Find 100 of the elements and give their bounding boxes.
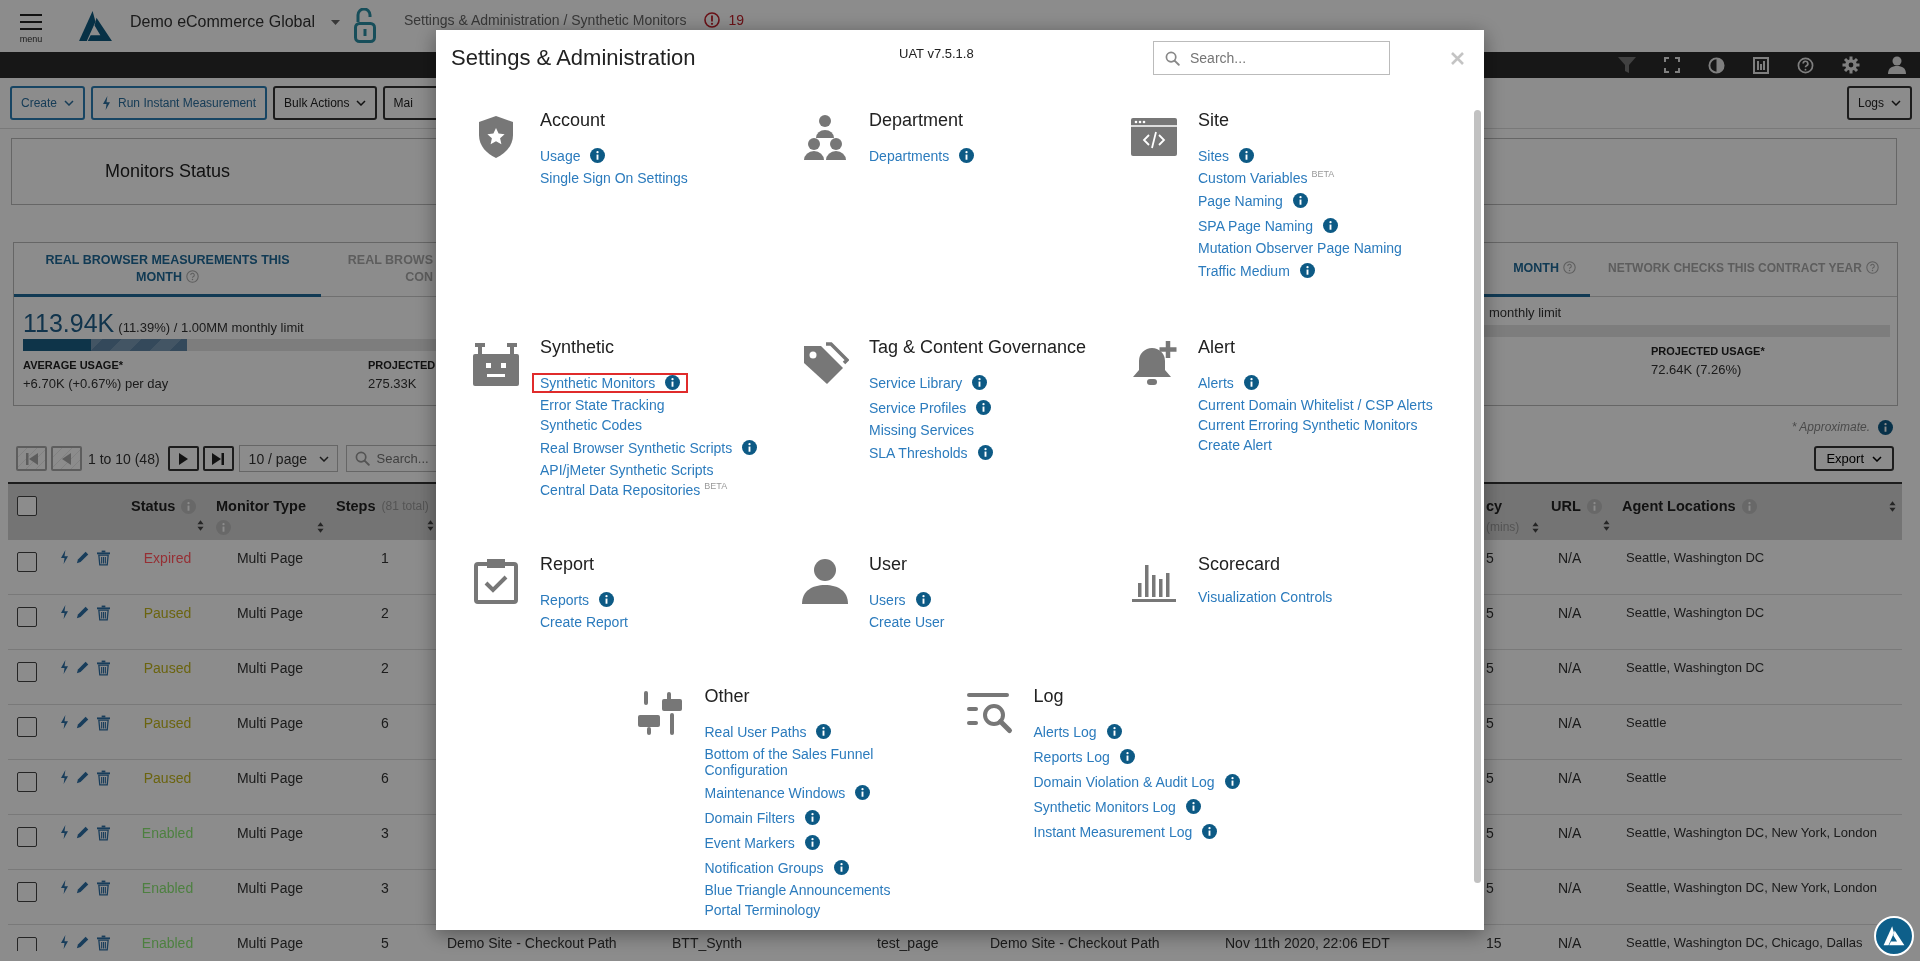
run-icon[interactable]: [60, 715, 69, 729]
column-header[interactable]: Agent Locations: [1622, 498, 1736, 514]
settings-icon[interactable]: [1842, 56, 1860, 74]
settings-link[interactable]: Reports Log: [1025, 746, 1143, 767]
settings-link[interactable]: Alerts Log: [1025, 721, 1130, 742]
delete-icon[interactable]: [97, 605, 110, 621]
settings-link[interactable]: Reports: [532, 589, 623, 610]
run-icon[interactable]: [60, 550, 69, 564]
scrollbar-thumb[interactable]: [1474, 110, 1481, 883]
edit-icon[interactable]: [76, 605, 90, 619]
settings-link[interactable]: Alerts: [1190, 372, 1267, 393]
settings-link[interactable]: Domain Violation & Audit Log: [1025, 771, 1248, 792]
sort-icon[interactable]: [197, 520, 204, 531]
padlock-icon[interactable]: [353, 8, 376, 44]
settings-link[interactable]: Error State Tracking: [532, 395, 673, 415]
settings-link[interactable]: Real Browser Synthetic Scripts: [532, 437, 766, 458]
delete-icon[interactable]: [97, 660, 110, 676]
settings-link[interactable]: Instant Measurement Log: [1025, 821, 1226, 842]
column-header[interactable]: Status: [131, 498, 176, 514]
delete-icon[interactable]: [97, 770, 110, 786]
run-icon[interactable]: [60, 825, 69, 839]
toolbar-button[interactable]: Create: [10, 86, 86, 120]
delete-icon[interactable]: [97, 825, 110, 841]
checkbox[interactable]: [17, 496, 37, 516]
checkbox[interactable]: [17, 717, 37, 737]
settings-link[interactable]: Portal Terminology: [696, 900, 829, 920]
org-selector[interactable]: Demo eCommerce Global: [130, 13, 340, 31]
column-header[interactable]: Monitor Type: [216, 498, 306, 514]
settings-link[interactable]: Create User: [861, 612, 953, 632]
checkbox[interactable]: [17, 937, 37, 951]
settings-link[interactable]: Mutation Observer Page Naming: [1190, 238, 1410, 258]
delete-icon[interactable]: [97, 880, 110, 896]
edit-icon[interactable]: [76, 715, 90, 729]
settings-link[interactable]: SLA Thresholds: [861, 442, 1001, 463]
checkbox[interactable]: [17, 882, 37, 902]
settings-link[interactable]: Synthetic Monitors Log: [1025, 796, 1209, 817]
delete-icon[interactable]: [97, 935, 110, 951]
settings-link[interactable]: Single Sign On Settings: [532, 168, 696, 188]
menu-button[interactable]: menu: [0, 0, 62, 52]
edit-icon[interactable]: [76, 935, 90, 949]
settings-link[interactable]: Blue Triangle Announcements: [696, 880, 899, 900]
column-header[interactable]: cy: [1486, 498, 1503, 514]
sort-icon[interactable]: [427, 520, 434, 531]
column-header[interactable]: URL: [1551, 498, 1581, 514]
alert-icon[interactable]: [704, 12, 721, 28]
settings-link[interactable]: Service Library: [861, 372, 996, 393]
edit-icon[interactable]: [76, 880, 90, 894]
usage-tab[interactable]: REAL BROWSER MEASUREMENTS THIS MONTH: [14, 243, 321, 297]
delete-icon[interactable]: [97, 715, 110, 731]
launcher-button[interactable]: [1874, 916, 1914, 956]
edit-icon[interactable]: [76, 660, 90, 674]
run-icon[interactable]: [60, 660, 69, 674]
checkbox[interactable]: [17, 662, 37, 682]
settings-link[interactable]: Departments: [861, 145, 983, 166]
toolbar-button[interactable]: Logs: [1846, 86, 1912, 120]
checkbox[interactable]: [17, 552, 37, 572]
pager-button[interactable]: [202, 446, 234, 471]
run-icon[interactable]: [60, 935, 69, 949]
pager-button[interactable]: [167, 446, 199, 471]
alert-count[interactable]: 19: [728, 12, 744, 28]
column-header[interactable]: Steps: [336, 498, 376, 514]
checkbox[interactable]: [17, 607, 37, 627]
help-icon[interactable]: [1797, 56, 1814, 74]
settings-link[interactable]: Maintenance Windows: [696, 782, 879, 803]
checkbox[interactable]: [17, 827, 37, 847]
settings-link[interactable]: Service Profiles: [861, 397, 1000, 418]
edit-icon[interactable]: [76, 550, 90, 564]
run-icon[interactable]: [60, 880, 69, 894]
settings-link[interactable]: API/jMeter Synthetic Scripts: [532, 460, 722, 480]
sort-icon[interactable]: [317, 522, 324, 533]
settings-link[interactable]: Synthetic Monitors: [532, 372, 689, 393]
filter-icon[interactable]: [1618, 57, 1636, 73]
user-icon[interactable]: [1888, 56, 1906, 74]
sort-icon[interactable]: [1603, 520, 1610, 531]
settings-link[interactable]: SPA Page Naming: [1190, 215, 1346, 236]
settings-link[interactable]: Bottom of the Sales Funnel Configuration: [696, 744, 905, 780]
settings-link[interactable]: Missing Services: [861, 420, 983, 440]
settings-link[interactable]: Traffic Medium: [1190, 260, 1323, 281]
contrast-icon[interactable]: [1708, 56, 1725, 74]
search-field[interactable]: Search...: [1153, 41, 1390, 75]
settings-link[interactable]: Page Naming: [1190, 190, 1316, 211]
settings-link[interactable]: Visualization Controls: [1190, 587, 1341, 607]
run-icon[interactable]: [60, 770, 69, 784]
settings-link[interactable]: Sites: [1190, 145, 1263, 166]
settings-link[interactable]: Current Erroring Synthetic Monitors: [1190, 415, 1426, 435]
settings-link[interactable]: Synthetic Codes: [532, 415, 650, 435]
checkbox[interactable]: [17, 772, 37, 792]
fullscreen-icon[interactable]: [1664, 57, 1680, 73]
settings-link[interactable]: Users: [861, 589, 939, 610]
toolbar-button[interactable]: Run Instant Measurement: [91, 86, 268, 120]
edit-icon[interactable]: [76, 825, 90, 839]
settings-link[interactable]: Domain Filters: [696, 807, 828, 828]
sort-icon[interactable]: [1889, 500, 1896, 512]
export-button[interactable]: Export: [1814, 446, 1894, 471]
edit-icon[interactable]: [76, 770, 90, 784]
settings-link[interactable]: Real User Paths: [696, 721, 840, 742]
book-icon[interactable]: [1753, 56, 1769, 74]
toolbar-button[interactable]: Bulk Actions: [273, 86, 378, 120]
settings-link[interactable]: Notification Groups: [696, 857, 857, 878]
sort-icon[interactable]: [1532, 521, 1539, 533]
